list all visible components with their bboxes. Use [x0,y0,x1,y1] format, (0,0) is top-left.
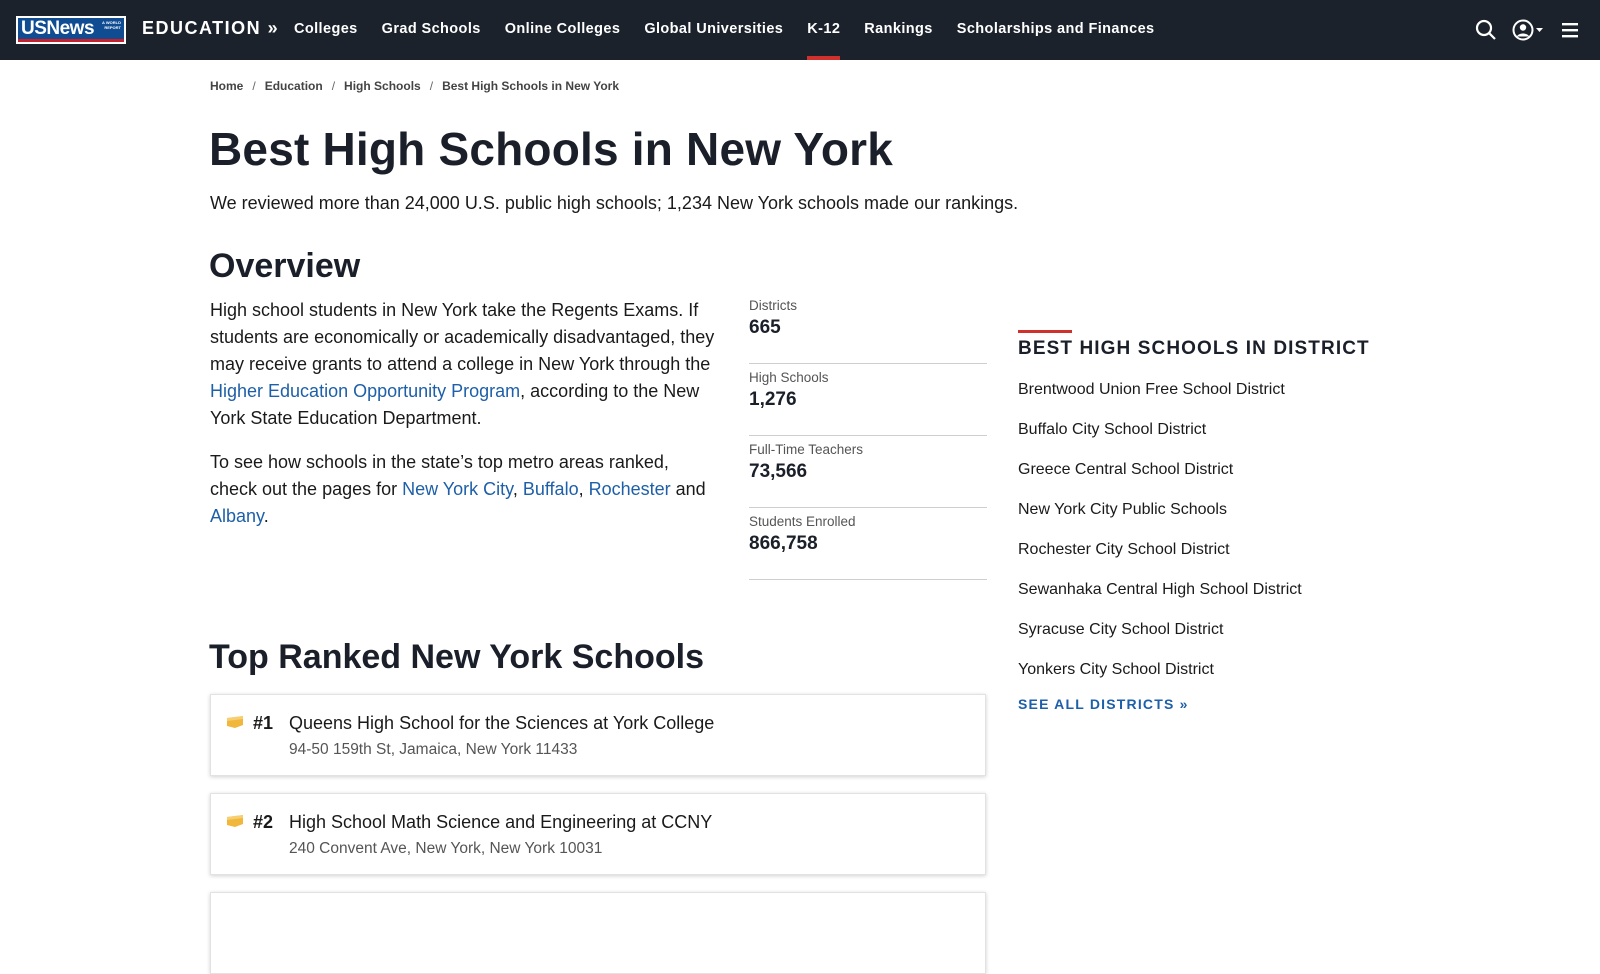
page-title: Best High Schools in New York [209,123,894,175]
medal-icon [226,715,244,734]
overview-text: , [512,479,523,499]
district-sidebar: BEST HIGH SCHOOLS IN DISTRICT Brentwood … [1018,330,1398,712]
heop-link[interactable]: Higher Education Opportunity Program [210,381,520,401]
district-list: Brentwood Union Free School District Buf… [1018,370,1398,690]
overview-text: . [263,506,269,526]
nav-link-scholarships[interactable]: Scholarships and Finances [957,0,1155,60]
usnews-logo[interactable]: USNews A WORLD REPORT [16,16,126,44]
nav-link-rankings[interactable]: Rankings [864,0,932,60]
nav-link-global-universities[interactable]: Global Universities [644,0,783,60]
district-link[interactable]: Sewanhaka Central High School District [1018,570,1398,610]
breadcrumb-current: Best High Schools in New York [442,79,619,93]
breadcrumb-separator: / [429,79,434,93]
top-ranked-heading: Top Ranked New York Schools [209,638,704,676]
nav-links: Colleges Grad Schools Online Colleges Gl… [294,0,1179,60]
stat-value: 866,758 [749,533,818,554]
breadcrumb-home[interactable]: Home [210,79,243,93]
overview-paragraph-1: High school students in New York take th… [210,297,720,432]
school-card[interactable]: #2 High School Math Science and Engineer… [210,793,986,875]
stat-value: 665 [749,317,781,338]
stat-label: Students Enrolled [749,514,856,529]
district-link[interactable]: Yonkers City School District [1018,650,1398,690]
breadcrumb: Home / Education / High Schools / Best H… [210,79,619,93]
stat-high-schools: High Schools 1,276 [749,364,987,436]
account-icon[interactable] [1511,18,1547,47]
school-address: 240 Convent Ave, New York, New York 1003… [289,840,603,857]
breadcrumb-separator: / [331,79,336,93]
page-subtitle: We reviewed more than 24,000 U.S. public… [210,193,1019,213]
school-rank: #2 [253,812,274,832]
district-link[interactable]: Greece Central School District [1018,450,1398,490]
state-stats: Districts 665 High Schools 1,276 Full-Ti… [749,292,987,580]
medal-icon [226,814,244,833]
stat-teachers: Full-Time Teachers 73,566 [749,436,987,508]
district-link[interactable]: Syracuse City School District [1018,610,1398,650]
albany-link[interactable]: Albany [210,506,264,526]
overview-text: High school students in New York take th… [210,300,715,374]
school-rank: #1 [253,713,274,733]
overview-heading: Overview [209,247,361,285]
buffalo-link[interactable]: Buffalo [523,479,579,499]
school-address: 94-50 159th St, Jamaica, New York 11433 [289,741,578,758]
section-accent-bar [1018,330,1072,333]
search-icon[interactable] [1474,18,1498,47]
district-link[interactable]: Rochester City School District [1018,530,1398,570]
top-navigation: USNews A WORLD REPORT EDUCATION » Colleg… [0,0,1600,60]
nav-link-colleges[interactable]: Colleges [294,0,358,60]
school-card[interactable] [210,892,986,974]
stat-students: Students Enrolled 866,758 [749,508,987,580]
new-york-city-link[interactable]: New York City [402,479,513,499]
stat-label: High Schools [749,370,829,385]
breadcrumb-education[interactable]: Education [265,79,323,93]
district-link[interactable]: Brentwood Union Free School District [1018,370,1398,410]
logo-stripe [18,39,124,42]
logo-subtext: A WORLD REPORT [102,20,121,30]
nav-link-online-colleges[interactable]: Online Colleges [505,0,621,60]
district-section-title: BEST HIGH SCHOOLS IN DISTRICT [1018,338,1370,359]
see-all-districts-link[interactable]: SEE ALL DISTRICTS » [1018,696,1398,712]
breadcrumb-high-schools[interactable]: High Schools [344,79,421,93]
breadcrumb-separator: / [252,79,256,93]
stat-districts: Districts 665 [749,292,987,364]
nav-link-grad-schools[interactable]: Grad Schools [382,0,481,60]
menu-icon[interactable] [1559,18,1581,47]
overview-text: and [670,479,706,499]
education-brand-link[interactable]: EDUCATION » [142,18,279,39]
district-link[interactable]: Buffalo City School District [1018,410,1398,450]
stat-label: Districts [749,298,797,313]
logo-text: USNews [21,18,95,39]
stat-value: 1,276 [749,389,797,410]
rochester-link[interactable]: Rochester [589,479,671,499]
stat-label: Full-Time Teachers [749,442,864,457]
stat-value: 73,566 [749,461,808,482]
school-name-link[interactable]: Queens High School for the Sciences at Y… [289,713,714,734]
school-card[interactable]: #1 Queens High School for the Sciences a… [210,694,986,776]
overview-text: , [578,479,589,499]
overview-paragraph-2: To see how schools in the state’s top me… [210,449,720,530]
logo-badge: USNews A WORLD REPORT [18,18,124,42]
school-name-link[interactable]: High School Math Science and Engineering… [289,812,712,833]
nav-link-k12[interactable]: K-12 [807,0,841,60]
district-link[interactable]: New York City Public Schools [1018,490,1398,530]
